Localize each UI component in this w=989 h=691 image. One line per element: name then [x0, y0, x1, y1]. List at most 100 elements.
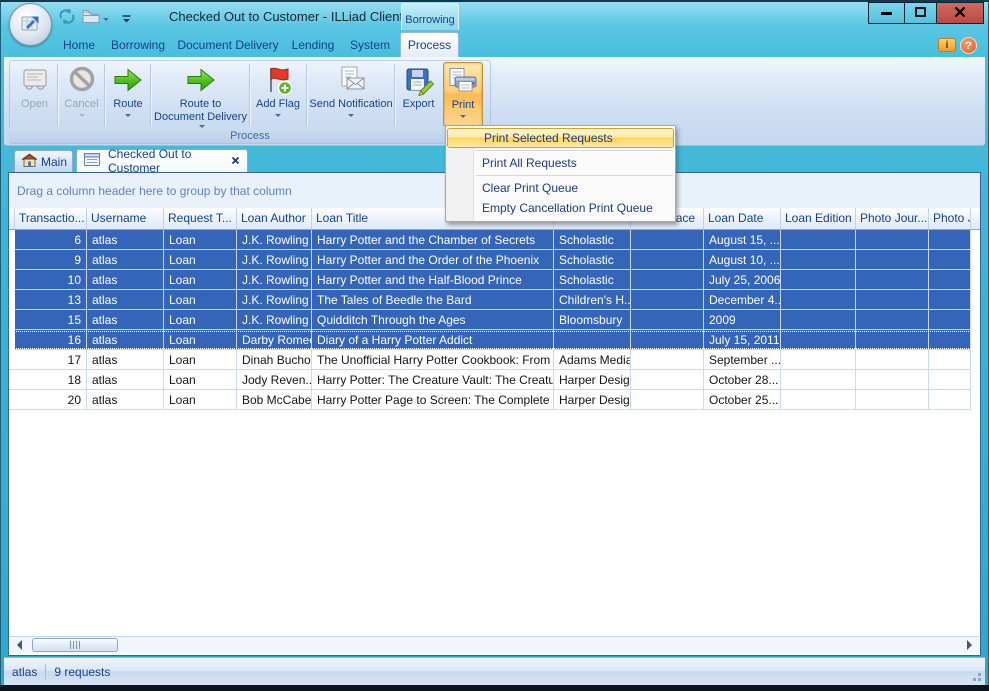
cell[interactable]: [781, 270, 856, 290]
ribbon-tab-system[interactable]: System: [342, 33, 398, 57]
cell[interactable]: Children's H...: [554, 290, 631, 310]
cell[interactable]: atlas: [87, 250, 164, 270]
table-row[interactable]: 13atlasLoanJ.K. RowlingThe Tales of Beed…: [9, 290, 980, 310]
column-header-loan-edition[interactable]: Loan Edition: [781, 208, 856, 229]
cell[interactable]: atlas: [87, 330, 164, 350]
ribbon-tab-process[interactable]: Process: [400, 32, 459, 57]
cell[interactable]: [929, 390, 971, 410]
folder-dropdown-icon[interactable]: [103, 11, 109, 31]
cell[interactable]: [781, 350, 856, 370]
cell[interactable]: atlas: [87, 370, 164, 390]
ribbon-button-route-to-document-delivery[interactable]: Route to Document Delivery: [152, 62, 249, 127]
cell[interactable]: [781, 290, 856, 310]
cell[interactable]: Scholastic: [554, 250, 631, 270]
cell[interactable]: August 10, ...: [704, 250, 781, 270]
cell[interactable]: [856, 330, 929, 350]
cell[interactable]: [929, 310, 971, 330]
cell[interactable]: Harry Potter and the Half-Blood Prince: [312, 270, 554, 290]
ribbon-button-cancel[interactable]: Cancel: [59, 62, 104, 127]
minimize-button[interactable]: [868, 2, 904, 24]
cell[interactable]: [554, 330, 631, 350]
cell[interactable]: atlas: [87, 230, 164, 250]
cell[interactable]: October 28...: [704, 370, 781, 390]
cell[interactable]: Harper Design: [554, 370, 631, 390]
cell[interactable]: [781, 390, 856, 410]
tab-main[interactable]: Main: [14, 150, 73, 172]
horizontal-scrollbar[interactable]: [10, 636, 979, 653]
close-button[interactable]: [936, 2, 984, 24]
ribbon-tab-document-delivery[interactable]: Document Delivery: [176, 33, 280, 57]
cell[interactable]: [631, 270, 704, 290]
cell[interactable]: [856, 370, 929, 390]
cell[interactable]: [929, 370, 971, 390]
cell[interactable]: atlas: [87, 350, 164, 370]
cell[interactable]: Bloomsbury: [554, 310, 631, 330]
cell[interactable]: [631, 250, 704, 270]
table-row[interactable]: 10atlasLoanJ.K. RowlingHarry Potter and …: [9, 270, 980, 290]
cell[interactable]: [856, 250, 929, 270]
cell[interactable]: July 15, 2011: [704, 330, 781, 350]
cell[interactable]: 10: [15, 270, 87, 290]
cell[interactable]: [929, 230, 971, 250]
cell[interactable]: J.K. Rowling: [237, 270, 312, 290]
cell[interactable]: Loan: [164, 390, 237, 410]
cell[interactable]: Scholastic: [554, 230, 631, 250]
column-header-request-t[interactable]: Request T...: [164, 208, 237, 229]
menu-item-print-all-requests[interactable]: Print All Requests: [446, 153, 675, 173]
cell[interactable]: [856, 230, 929, 250]
table-row[interactable]: 15atlasLoanJ.K. RowlingQuidditch Through…: [9, 310, 980, 330]
table-row[interactable]: 18atlasLoanJody Reven...Harry Potter: Th…: [9, 370, 980, 390]
cell[interactable]: [929, 330, 971, 350]
cell[interactable]: J.K. Rowling: [237, 250, 312, 270]
cell[interactable]: 18: [15, 370, 87, 390]
scrollbar-thumb[interactable]: [32, 638, 118, 652]
cell[interactable]: [631, 390, 704, 410]
cell[interactable]: Harry Potter and the Order of the Phoeni…: [312, 250, 554, 270]
table-row[interactable]: 9atlasLoanJ.K. RowlingHarry Potter and t…: [9, 250, 980, 270]
cell[interactable]: [929, 270, 971, 290]
cell[interactable]: Jody Reven...: [237, 370, 312, 390]
cell[interactable]: Dinah Buchotz: [237, 350, 312, 370]
folder-icon[interactable]: [82, 6, 100, 26]
tab-close-icon[interactable]: [231, 154, 240, 168]
quick-access-dropdown-icon[interactable]: [122, 9, 131, 29]
ribbon-button-print[interactable]: Print: [443, 62, 483, 127]
cell[interactable]: Adams Media: [554, 350, 631, 370]
cell[interactable]: [781, 230, 856, 250]
cell[interactable]: [856, 390, 929, 410]
cell[interactable]: atlas: [87, 290, 164, 310]
cell[interactable]: The Tales of Beedle the Bard: [312, 290, 554, 310]
cell[interactable]: [631, 290, 704, 310]
cell[interactable]: [929, 250, 971, 270]
cell[interactable]: Scholastic: [554, 270, 631, 290]
cell[interactable]: Quidditch Through the Ages: [312, 310, 554, 330]
menu-item-clear-print-queue[interactable]: Clear Print Queue: [446, 178, 675, 198]
cell[interactable]: September ...: [704, 350, 781, 370]
cell[interactable]: Darby Romeo: [237, 330, 312, 350]
cell[interactable]: J.K. Rowling: [237, 290, 312, 310]
ribbon-button-send-notification[interactable]: Send Notification: [307, 62, 395, 127]
cell[interactable]: Harry Potter Page to Screen: The Complet…: [312, 390, 554, 410]
column-header-photo-jo[interactable]: Photo Jo...: [929, 208, 971, 229]
cell[interactable]: Harry Potter: The Creature Vault: The Cr…: [312, 370, 554, 390]
feedback-bubble-icon[interactable]: i: [938, 38, 956, 52]
cell[interactable]: August 15, ...: [704, 230, 781, 250]
cell[interactable]: [856, 290, 929, 310]
refresh-icon[interactable]: [58, 6, 76, 26]
cell[interactable]: Harry Potter and the Chamber of Secrets: [312, 230, 554, 250]
cell[interactable]: [856, 270, 929, 290]
cell[interactable]: [631, 330, 704, 350]
cell[interactable]: 17: [15, 350, 87, 370]
cell[interactable]: 20: [15, 390, 87, 410]
cell[interactable]: Loan: [164, 290, 237, 310]
cell[interactable]: [631, 230, 704, 250]
ribbon-button-export[interactable]: Export: [396, 62, 441, 127]
cell[interactable]: atlas: [87, 390, 164, 410]
cell[interactable]: 9: [15, 250, 87, 270]
application-menu-button[interactable]: [9, 3, 52, 46]
cell[interactable]: [631, 310, 704, 330]
cell[interactable]: [631, 370, 704, 390]
ribbon-tab-borrowing[interactable]: Borrowing: [102, 33, 174, 57]
menu-item-print-selected-requests[interactable]: Print Selected Requests: [447, 128, 674, 148]
column-header-loan-date[interactable]: Loan Date: [704, 208, 781, 229]
